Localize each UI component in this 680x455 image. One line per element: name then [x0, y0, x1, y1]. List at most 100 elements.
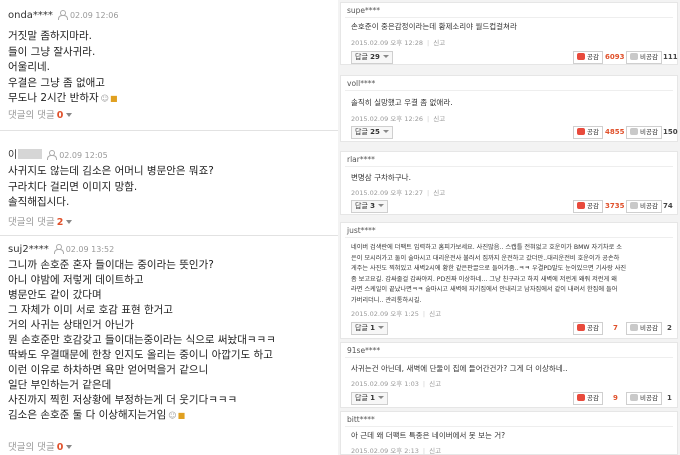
report-link[interactable]: 신고	[429, 380, 441, 388]
comment-line: 게주는 사진도 찍혀있고 새벽2시에 황한 같은판끌으로 들어가줌..ㅋㅋ 우결…	[351, 265, 627, 272]
reply-toggle[interactable]: 댓글의 댓글 0	[8, 107, 73, 121]
thumbs-up-icon	[577, 53, 585, 60]
comment-date: 02.09 13:52	[65, 245, 115, 254]
dislike-button[interactable]: 비공감	[626, 392, 662, 405]
comment-author[interactable]: onda****	[8, 10, 53, 21]
dislike-count: 2	[667, 324, 672, 332]
comment-author[interactable]: voll****	[347, 79, 375, 88]
dislike-button[interactable]: 비공감	[626, 126, 662, 139]
comment-meta: onda**** 02.09 12:06	[8, 10, 118, 21]
comment-author[interactable]: supe****	[347, 6, 380, 15]
reply-toggle[interactable]: 댓글의 댓글 0	[8, 439, 73, 453]
report-link[interactable]: 신고	[433, 39, 445, 47]
comment-meta: 이 02.09 12:05	[8, 146, 108, 161]
comment-item: 91se**** 사귀는건 아닌데, 새벽에 단둘이 집에 들어간건가? 그게 …	[340, 342, 678, 408]
reply-button[interactable]: 답글 29	[351, 51, 393, 64]
profile-icon[interactable]	[53, 244, 64, 254]
report-link[interactable]: 신고	[433, 115, 445, 123]
reply-button[interactable]: 답글 1	[351, 322, 388, 335]
comment-body: 그니까 손호준 혼자 들이대는 중이라는 뜻인가? 아니 야밤에 저렇게 데이트…	[8, 258, 276, 423]
comment-author[interactable]: just****	[347, 226, 376, 235]
reply-button[interactable]: 답글 25	[351, 126, 393, 139]
report-link[interactable]: 신고	[429, 447, 441, 455]
comment-item: just**** 네이버 검색란에 더팩트 입력하고 홈피가보세요. 사진많음.…	[340, 222, 678, 339]
mobile-icon: ■	[109, 94, 118, 103]
comment-line: 아니 야밤에 저렇게 데이트하고	[8, 274, 144, 286]
report-link[interactable]: 신고	[433, 189, 445, 197]
comment-line: 김소은 손호준 둘 다 이상해지는거임 ☺■	[8, 409, 186, 421]
thumbs-up-icon	[577, 324, 585, 331]
like-count: 4855	[605, 128, 625, 136]
dislike-button[interactable]: 비공감	[626, 51, 662, 64]
comment-line: 가버리더니.. 관리통하시길.	[351, 296, 422, 304]
profile-icon[interactable]	[57, 10, 68, 20]
dislike-count: 74	[663, 202, 673, 210]
comment-item: supe**** 손호준이 중은감정이라는데 황제소리야 월드컵걸쳐라 2015…	[340, 2, 678, 65]
comment-body-area: 사귀는건 아닌데, 새벽에 단둘이 집에 들어간건가? 그게 더 이상하네.. …	[345, 357, 673, 407]
comment-date: 02.09 12:05	[59, 151, 108, 160]
right-comment-panel: supe**** 손호준이 중은감정이라는데 황제소리야 월드컵걸쳐라 2015…	[338, 0, 680, 455]
like-count: 3735	[605, 202, 625, 210]
reply-toggle[interactable]: 댓글의 댓글 2	[8, 214, 73, 228]
chevron-down-icon	[382, 55, 389, 58]
chevron-down-icon	[378, 326, 384, 329]
user-badge-icon: ☺	[100, 94, 109, 103]
thumbs-down-icon	[630, 202, 638, 209]
dislike-count: 150	[663, 128, 678, 136]
comment-body: 거짓말 좀하지마라. 들이 그냥 잘사귀라. 어울리네. 우결은 그냥 좀 없애…	[8, 29, 118, 107]
comment-line: 어울리네.	[8, 61, 50, 73]
dislike-button[interactable]: 비공감	[626, 200, 662, 213]
comment-text: 아 근데 왜 더팩트 특종은 네이버에서 못 보는 거?	[351, 431, 506, 440]
comment-line: 우결은 그냥 좀 없애고	[8, 76, 105, 89]
comment-line: 이런 이유로 하차하면 욕만 얻어먹을거 같으니	[8, 364, 209, 376]
thumbs-down-icon	[630, 128, 638, 135]
comment-date-row: 2015.02.09 오후 12:28 | 신고	[351, 39, 446, 47]
comment-line: 그니까 손호준 혼자 들이대는 중이라는 뜻인가?	[8, 259, 214, 271]
like-button[interactable]: 공감	[573, 392, 603, 405]
comment-date-row: 2015.02.09 오후 12:26 | 신고	[351, 115, 446, 123]
reply-button[interactable]: 답글 3	[351, 200, 388, 213]
mobile-icon: ■	[177, 411, 186, 420]
like-button[interactable]: 공감	[573, 200, 603, 213]
user-badge-icon: ☺	[168, 411, 177, 420]
chevron-down-icon	[66, 220, 73, 224]
thumbs-up-icon	[577, 202, 585, 209]
comment-line: 솔직해집시다.	[8, 196, 70, 208]
comment-author[interactable]: 이	[8, 150, 17, 161]
comment-text: 네이버 검색란에 더팩트 입력하고 홈피가보세요. 사진많음.. 스캡틀 전혀없…	[351, 243, 626, 306]
comment-author[interactable]: bitt****	[347, 415, 375, 424]
like-button[interactable]: 공감	[573, 126, 603, 139]
comment-author[interactable]: rlar****	[347, 155, 375, 164]
comment-author[interactable]: suj2****	[8, 244, 49, 255]
comment-line: 그 자체가 이미 서로 호감 표현 한거고	[8, 304, 173, 316]
comment-author[interactable]: 91se****	[347, 346, 380, 355]
comment-date-row: 2015.02.09 오후 1:25 | 신고	[351, 310, 442, 318]
comment-item: voll**** 솔직히 실망했고 우결 좀 없애라. 2015.02.09 오…	[340, 75, 678, 142]
comment-line: 구라치다 걸리면 이미지 망함.	[8, 180, 138, 193]
comment-body-area: 네이버 검색란에 더팩트 입력하고 홈피가보세요. 사진많음.. 스캡틀 전혀없…	[345, 237, 673, 338]
dislike-button[interactable]: 비공감	[626, 322, 662, 335]
comment-line: 라면 스케일이 끝났나면ㅋㅋ 술마시고 새벽에 자기집에서 안내리고 남자집에서…	[351, 286, 618, 293]
thumbs-up-icon	[577, 394, 585, 401]
comment-date-row: 2015.02.09 오후 12:27 | 신고	[351, 189, 446, 197]
comment-text: 변명삼 구차하구나.	[351, 173, 411, 182]
masked-username	[18, 149, 43, 159]
like-button[interactable]: 공감	[573, 51, 603, 64]
like-button[interactable]: 공감	[573, 322, 603, 335]
comment-text: 솔직히 실망했고 우결 좀 없애라.	[351, 98, 453, 107]
comment-meta: suj2**** 02.09 13:52	[8, 244, 114, 255]
like-count: 6093	[605, 53, 625, 61]
comment-text: 손호준이 중은감정이라는데 황제소리야 월드컵걸쳐라	[351, 22, 517, 31]
thumbs-up-icon	[577, 128, 585, 135]
comment-item: suj2**** 02.09 13:52 그니까 손호준 혼자 들이대는 중이라는…	[0, 236, 338, 455]
comment-item: onda**** 02.09 12:06 거짓말 좀하지마라. 들이 그냥 잘사귀…	[0, 0, 338, 131]
chevron-down-icon	[378, 396, 384, 399]
left-comment-panel: onda**** 02.09 12:06 거짓말 좀하지마라. 들이 그냥 잘사귀…	[0, 0, 338, 455]
report-link[interactable]: 신고	[429, 310, 441, 318]
like-count: 9	[613, 394, 618, 402]
chevron-down-icon	[378, 204, 384, 207]
profile-icon[interactable]	[47, 150, 58, 160]
comment-line: 뭔 손호준만 호감갖고 들이대는중이라는 식으로 써놨대ㅋㅋㅋ	[8, 334, 276, 346]
reply-button[interactable]: 답글 1	[351, 392, 388, 405]
comment-date-row: 2015.02.09 오후 2:13 | 신고	[351, 447, 442, 455]
